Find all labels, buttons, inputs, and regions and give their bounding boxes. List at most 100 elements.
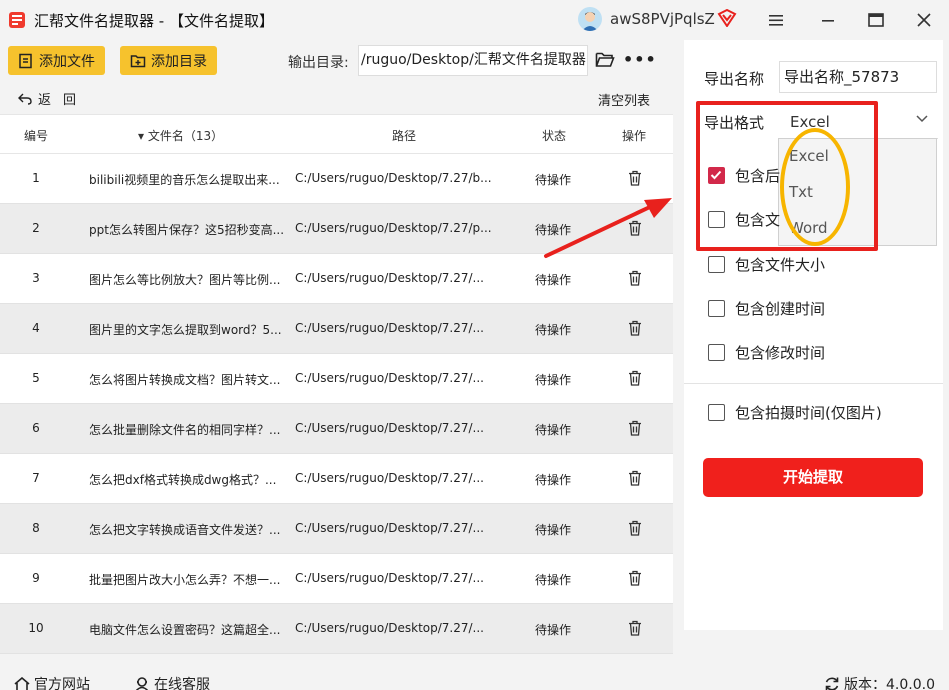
menu-icon[interactable] [766,10,786,30]
add-file-icon [19,53,32,68]
version-label: 版本：4.0.0.0 [844,677,935,690]
export-format-select[interactable]: Excel [778,103,938,139]
online-service-link[interactable]: 在线客服 [134,674,210,690]
export-format-label: 导出格式 [704,114,765,132]
add-folder-button[interactable]: 添加目录 [120,46,217,75]
close-icon[interactable] [914,10,934,30]
row-status: 待操作 [534,323,571,337]
customer-service-icon [135,677,149,690]
home-icon [14,676,30,690]
option-created-label: 包含创建时间 [735,300,826,318]
table-row[interactable]: 6 怎么批量删除文件名的相同字样？... C:/Users/ruguo/Deskto… [0,404,673,454]
col-header-status: 状态 [542,129,567,143]
option-created-time[interactable]: 包含创建时间 [708,298,825,319]
vip-icon[interactable] [717,9,737,27]
table-row[interactable]: 3 图片怎么等比例放大？图片等比例... C:/Users/ruguo/Deskto… [0,254,673,304]
checkbox-icon[interactable] [708,256,725,273]
row-number: 2 [32,221,40,235]
add-file-button[interactable]: 添加文件 [8,46,105,75]
option-file[interactable]: 包含文 [708,209,780,230]
row-file-name: 怎么把dxf格式转换成dwg格式？... [89,473,277,487]
table-row[interactable]: 10 电脑文件怎么设置密码？这篇超全... C:/Users/ruguo/Deskt… [0,604,673,654]
table-row[interactable]: 5 怎么将图片转换成文档？图片转文... C:/Users/ruguo/Deskto… [0,354,673,404]
row-file-path: C:/Users/ruguo/Desktop/7.27/b... [295,171,492,185]
table-body: 1 bilibili视频里的音乐怎么提取出来... C:/Users/ruguo/D… [0,154,673,654]
option-modified-label: 包含修改时间 [735,344,826,362]
website-label: 官方网站 [34,677,90,690]
format-option-excel[interactable]: Excel [789,147,829,165]
row-number: 4 [32,321,40,335]
service-label: 在线客服 [154,677,210,690]
clear-list-button[interactable]: 清空列表 [598,90,650,109]
trash-icon[interactable] [628,470,642,489]
row-status: 待操作 [534,173,571,187]
format-dropdown: Excel Txt Word [778,138,937,246]
row-number: 7 [32,471,40,485]
table-row[interactable]: 4 图片里的文字怎么提取到word？5... C:/Users/ruguo/Desk… [0,304,673,354]
option-suffix[interactable]: 包含后 [708,165,780,186]
col-header-path: 路径 [392,129,417,143]
row-number: 6 [32,421,40,435]
official-website-link[interactable]: 官方网站 [14,674,90,690]
file-table: 编号 ▾ 文件名（13） 路径 状态 操作 1 bilibili视频里的音乐怎么提… [0,114,673,654]
folder-open-icon[interactable] [595,51,615,69]
format-option-txt[interactable]: Txt [789,183,813,201]
table-row[interactable]: 1 bilibili视频里的音乐怎么提取出来... C:/Users/ruguo/D… [0,154,673,204]
option-shot-time[interactable]: 包含拍摄时间(仅图片) [708,402,882,423]
trash-icon[interactable] [628,620,642,639]
panel-divider [684,383,943,384]
row-status: 待操作 [534,423,571,437]
maximize-icon[interactable] [866,10,886,30]
row-number: 3 [32,271,40,285]
trash-icon[interactable] [628,170,642,189]
app-logo-icon [9,12,25,28]
back-button[interactable]: 返回 [18,89,88,108]
user-avatar[interactable] [578,7,602,31]
checkbox-icon[interactable] [708,300,725,317]
row-file-name: 图片怎么等比例放大？图片等比例... [89,273,281,287]
checkbox-icon[interactable] [708,404,725,421]
trash-icon[interactable] [628,220,642,239]
option-file-label: 包含文 [735,211,781,229]
table-row[interactable]: 7 怎么把dxf格式转换成dwg格式？... C:/Users/ruguo/Desk… [0,454,673,504]
table-row[interactable]: 2 ppt怎么转图片保存？这5招秒变高... C:/Users/ruguo/Desk… [0,204,673,254]
checkbox-icon[interactable] [708,344,725,361]
option-suffix-label: 包含后 [735,167,781,185]
format-option-word[interactable]: Word [789,219,828,237]
row-file-path: C:/Users/ruguo/Desktop/7.27/... [295,521,484,535]
table-row[interactable]: 9 批量把图片改大小怎么弄？不想一... C:/Users/ruguo/Deskto… [0,554,673,604]
start-extract-button[interactable]: 开始提取 [703,458,923,497]
trash-icon[interactable] [628,370,642,389]
minimize-icon[interactable] [818,10,838,30]
row-file-path: C:/Users/ruguo/Desktop/7.27/... [295,371,484,385]
version-info[interactable]: 版本：4.0.0.0 [824,674,935,690]
col-header-name[interactable]: ▾ 文件名（13） [138,127,223,144]
refresh-icon [825,677,839,690]
trash-icon[interactable] [628,320,642,339]
checkbox-icon[interactable] [708,211,725,228]
more-options-icon[interactable]: ••• [623,50,657,69]
back-arrow-icon [18,93,32,105]
option-file-size[interactable]: 包含文件大小 [708,254,825,275]
row-number: 5 [32,371,40,385]
trash-icon[interactable] [628,570,642,589]
row-status: 待操作 [534,223,571,237]
username: awS8PVjPqlsZ [610,10,715,28]
row-status: 待操作 [534,273,571,287]
col-header-no: 编号 [24,129,49,143]
row-file-path: C:/Users/ruguo/Desktop/7.27/... [295,571,484,585]
trash-icon[interactable] [628,420,642,439]
output-dir-input[interactable]: /ruguo/Desktop/汇帮文件名提取器 [358,45,588,76]
checkbox-checked-icon[interactable] [708,167,725,184]
row-number: 10 [28,621,44,635]
export-name-input[interactable]: 导出名称_57873 [779,61,937,93]
trash-icon[interactable] [628,270,642,289]
add-file-label: 添加文件 [39,53,95,70]
option-modified-time[interactable]: 包含修改时间 [708,342,825,363]
table-row[interactable]: 8 怎么把文字转换成语音文件发送？... C:/Users/ruguo/Deskto… [0,504,673,554]
trash-icon[interactable] [628,520,642,539]
table-header: 编号 ▾ 文件名（13） 路径 状态 操作 [0,114,673,154]
option-size-label: 包含文件大小 [735,256,826,274]
add-folder-label: 添加目录 [151,53,207,70]
row-file-name: 怎么将图片转换成文档？图片转文... [89,373,281,387]
